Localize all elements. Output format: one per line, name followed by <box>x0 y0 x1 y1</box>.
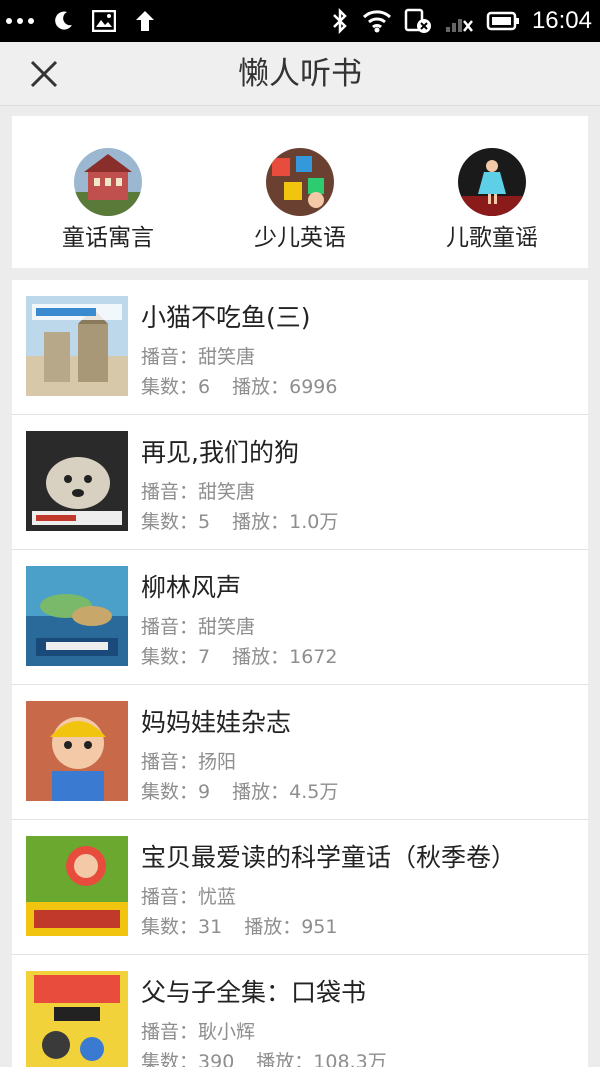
category-kids-english[interactable]: 少儿英语 <box>204 116 396 268</box>
list-item[interactable]: 父与子全集：口袋书 播音：耿小辉 集数：390 播放：108.3万 <box>12 955 588 1067</box>
status-bar: 16:04 <box>0 0 600 42</box>
list-item[interactable]: 小猫不吃鱼(三) 播音：甜笑唐 集数：6 播放：6996 <box>12 280 588 415</box>
category-avatar <box>458 148 526 216</box>
bluetooth-icon <box>333 8 347 34</box>
book-title: 再见,我们的狗 <box>141 438 299 467</box>
book-narrator: 播音：甜笑唐 <box>141 616 256 638</box>
category-fairy-tales[interactable]: 童话寓言 <box>12 116 204 268</box>
list-item[interactable]: 妈妈娃娃杂志 播音：扬阳 集数：9 播放：4.5万 <box>12 685 588 820</box>
book-cover <box>26 836 128 936</box>
image-icon <box>92 10 116 32</box>
category-nursery-rhymes[interactable]: 儿歌童谣 <box>396 116 588 268</box>
book-stats: 集数：9 播放：4.5万 <box>141 781 339 803</box>
book-list: 小猫不吃鱼(三) 播音：甜笑唐 集数：6 播放：6996 再见,我们的狗 播音：甜… <box>12 280 588 1067</box>
book-title: 父与子全集：口袋书 <box>141 978 367 1007</box>
list-item[interactable]: 柳林风声 播音：甜笑唐 集数：7 播放：1672 <box>12 550 588 685</box>
list-item[interactable]: 再见,我们的狗 播音：甜笑唐 集数：5 播放：1.0万 <box>12 415 588 550</box>
book-cover <box>26 296 128 396</box>
page-title: 懒人听书 <box>238 56 362 92</box>
header: 懒人听书 <box>0 42 600 106</box>
book-stats: 集数：31 播放：951 <box>141 916 338 938</box>
book-cover <box>26 566 128 666</box>
category-avatar <box>74 148 142 216</box>
book-stats: 集数：5 播放：1.0万 <box>141 511 339 533</box>
sim-icon <box>404 8 431 33</box>
book-narrator: 播音：扬阳 <box>141 751 237 773</box>
book-cover <box>26 971 128 1067</box>
wifi-icon <box>362 10 391 33</box>
book-narrator: 播音：甜笑唐 <box>141 481 256 503</box>
book-stats: 集数：390 播放：108.3万 <box>141 1051 387 1067</box>
book-cover <box>26 701 128 801</box>
book-title: 柳林风声 <box>141 573 242 602</box>
book-cover <box>26 431 128 531</box>
book-narrator: 播音：耿小辉 <box>141 1021 256 1043</box>
category-label: 童话寓言 <box>62 225 154 251</box>
list-item[interactable]: 宝贝最爱读的科学童话（秋季卷） 播音：忧蓝 集数：31 播放：951 <box>12 820 588 955</box>
book-title: 宝贝最爱读的科学童话（秋季卷） <box>141 843 517 872</box>
book-title: 妈妈娃娃杂志 <box>141 708 292 737</box>
category-label: 儿歌童谣 <box>446 225 538 251</box>
signal-icon <box>445 19 473 32</box>
book-narrator: 播音：甜笑唐 <box>141 346 256 368</box>
moon-icon <box>55 11 72 30</box>
battery-icon <box>486 11 519 31</box>
book-narrator: 播音：忧蓝 <box>141 886 237 908</box>
upload-arrow-icon <box>136 11 154 31</box>
book-stats: 集数：7 播放：1672 <box>141 646 338 668</box>
book-title: 小猫不吃鱼(三) <box>141 303 311 332</box>
category-avatar <box>266 148 334 216</box>
category-bar: 童话寓言 少儿英语 儿歌童谣 <box>12 116 588 268</box>
more-dots-icon <box>6 18 34 24</box>
status-time: 16:04 <box>531 7 592 34</box>
category-label: 少儿英语 <box>254 225 346 251</box>
book-stats: 集数：6 播放：6996 <box>141 376 338 398</box>
